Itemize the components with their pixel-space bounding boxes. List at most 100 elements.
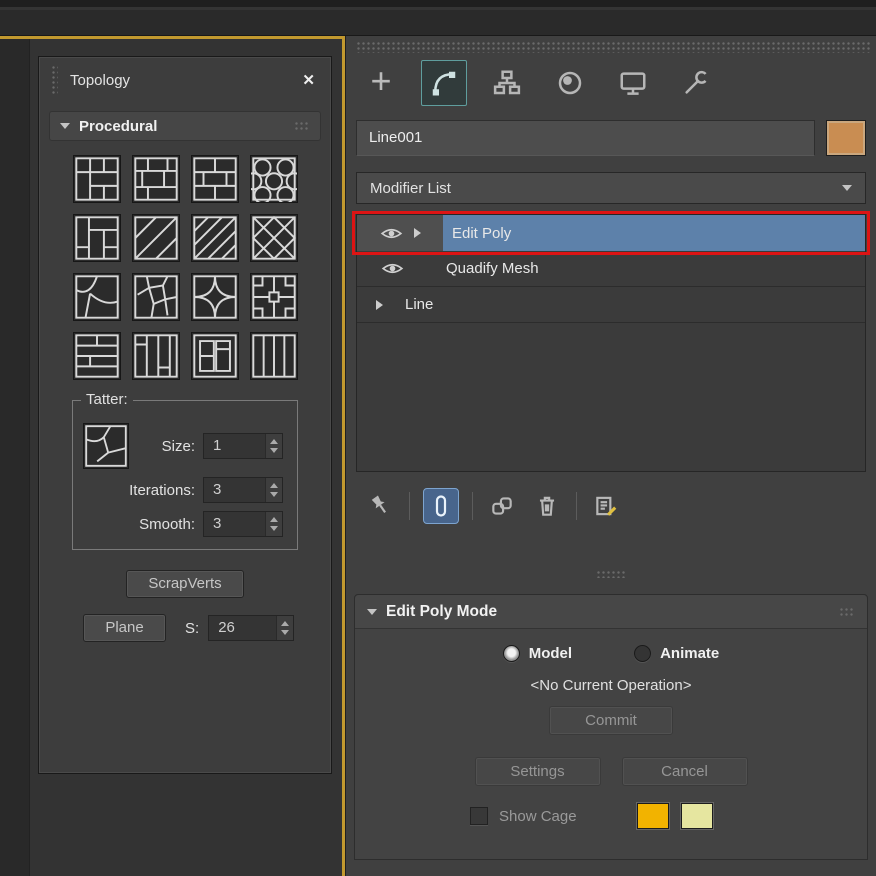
object-name-field[interactable]: Line001 [356,120,815,156]
visibility-eye-icon[interactable] [380,226,403,241]
s-spinner-arrows[interactable] [276,616,293,640]
spin-up-icon[interactable] [270,483,278,488]
base-object-label: Line [405,296,433,313]
size-spinner-arrows[interactable] [265,434,282,458]
edit-poly-mode-header[interactable]: Edit Poly Mode [355,595,867,629]
stack-row-line[interactable]: Line [357,287,865,323]
iterations-spinner-arrows[interactable] [265,478,282,502]
show-cage-row: Show Cage [355,803,867,829]
edit-poly-toggles [357,215,443,251]
radio-unselected-icon[interactable] [634,645,651,662]
plane-row: Plane S: 26 [39,614,331,642]
pattern-thumb-scales[interactable] [250,155,298,203]
size-spinner[interactable]: 1 [203,433,283,459]
spin-up-icon[interactable] [281,621,289,626]
pattern-thumb-diagonal-weave[interactable] [191,214,239,262]
expand-arrow-icon[interactable] [414,228,421,238]
pattern-thumb-diagonal-shards[interactable] [132,214,180,262]
dropdown-arrow-icon [842,185,852,191]
modifier-list-dropdown[interactable]: Modifier List [356,172,866,204]
pattern-thumb-h-stripes[interactable] [73,332,121,380]
pin-stack-button[interactable] [364,490,396,522]
make-unique-icon [489,493,515,519]
commit-button[interactable]: Commit [549,706,673,735]
spin-down-icon[interactable] [281,630,289,635]
spin-down-icon[interactable] [270,526,278,531]
modify-curve-icon [429,68,459,98]
pattern-thumb-window-panels[interactable] [191,332,239,380]
stack-row-quadify-mesh[interactable]: Quadify Mesh [357,251,865,287]
object-color-swatch[interactable] [826,120,866,156]
tab-display[interactable] [610,60,656,106]
dialog-title: Topology [70,72,130,89]
toolbar-separator [472,492,473,520]
tab-motion[interactable] [547,60,593,106]
cage-color-swatch-1[interactable] [637,803,669,829]
smooth-spinner[interactable]: 3 [203,511,283,537]
procedural-rollout-header[interactable]: Procedural [49,111,321,141]
rollout-divider-handle[interactable] [596,570,626,578]
plane-button[interactable]: Plane [83,614,166,642]
show-cage-checkbox[interactable] [470,807,488,825]
spin-up-icon[interactable] [270,439,278,444]
pattern-thumb-mondrian-b[interactable] [132,155,180,203]
remove-modifier-button[interactable] [531,490,563,522]
pattern-thumb-voronoi-stones[interactable] [132,273,180,321]
pattern-thumb-bracket-grid[interactable] [250,273,298,321]
display-monitor-icon [618,68,648,98]
tab-create[interactable]: + [358,60,404,106]
topology-dialog: Topology ✕ Procedural [38,56,332,774]
hierarchy-icon [492,68,522,98]
expand-arrow-icon[interactable] [376,300,383,310]
pattern-thumb-petal-star[interactable] [191,273,239,321]
edit-poly-selected[interactable]: Edit Poly [443,215,865,251]
show-end-result-button[interactable] [423,488,459,524]
iterations-value[interactable]: 3 [204,478,265,502]
tatter-group: Tatter: Size: 1 Iterations: 3 Smooth: [72,400,298,550]
make-unique-button[interactable] [486,490,518,522]
tab-modify[interactable] [421,60,467,106]
pattern-thumb-mondrian-a[interactable] [73,155,121,203]
close-icon[interactable]: ✕ [302,71,315,89]
scrapverts-button[interactable]: ScrapVerts [126,570,244,598]
topology-titlebar[interactable]: Topology ✕ [39,57,331,103]
spin-down-icon[interactable] [270,448,278,453]
tab-utilities[interactable] [673,60,719,106]
radio-animate[interactable]: Animate [634,645,719,662]
s-spinner[interactable]: 26 [208,615,294,641]
panel-drag-handle-icon[interactable] [356,41,872,53]
smooth-spinner-arrows[interactable] [265,512,282,536]
modifier-stack-toolbar [364,488,876,524]
cancel-button[interactable]: Cancel [622,757,748,786]
size-value[interactable]: 1 [204,434,265,458]
settings-button[interactable]: Settings [475,757,601,786]
pattern-thumb-diamond-cross[interactable] [250,214,298,262]
spin-down-icon[interactable] [270,492,278,497]
pattern-thumb-v-stripes[interactable] [250,332,298,380]
iterations-spinner[interactable]: 3 [203,477,283,503]
rollout-grip-icon [839,607,855,617]
tatter-pattern-thumb[interactable] [83,423,129,469]
pattern-thumb-v-planks[interactable] [132,332,180,380]
cage-color-swatch-2[interactable] [681,803,713,829]
main-toolbar-strip [0,0,876,36]
drag-handle-icon[interactable] [51,65,58,95]
pattern-thumb-brick[interactable] [191,155,239,203]
configure-sets-icon [593,493,619,519]
visibility-eye-icon[interactable] [381,261,404,276]
pattern-thumb-curved-shatter[interactable] [73,273,121,321]
radio-model[interactable]: Model [503,645,572,662]
modifier-label: Quadify Mesh [446,260,539,277]
pin-icon [362,488,398,524]
spin-up-icon[interactable] [270,517,278,522]
smooth-value[interactable]: 3 [204,512,265,536]
radio-selected-icon[interactable] [503,645,520,662]
s-label: S: [185,620,199,637]
s-value[interactable]: 26 [209,616,276,640]
stack-row-edit-poly[interactable]: Edit Poly [357,215,865,251]
rollout-title: Edit Poly Mode [386,603,497,621]
configure-modifier-sets-button[interactable] [590,490,622,522]
show-end-result-icon [429,494,453,518]
tab-hierarchy[interactable] [484,60,530,106]
pattern-thumb-mondrian-c[interactable] [73,214,121,262]
